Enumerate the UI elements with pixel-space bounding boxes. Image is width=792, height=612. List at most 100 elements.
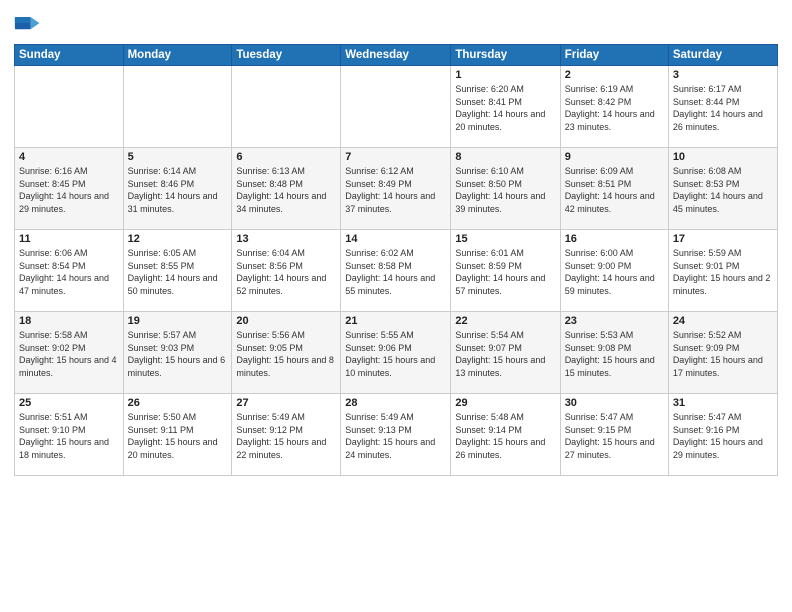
day-number: 8: [455, 151, 555, 163]
day-cell-8: 8 Sunrise: 6:10 AMSunset: 8:50 PMDaylight…: [451, 148, 560, 230]
day-info: Sunrise: 5:54 AMSunset: 9:07 PMDaylight:…: [455, 329, 555, 379]
day-number: 22: [455, 315, 555, 327]
day-cell-19: 19Sunrise: 5:57 AMSunset: 9:03 PMDayligh…: [123, 312, 232, 394]
day-info: Sunrise: 6:06 AMSunset: 8:54 PMDaylight:…: [19, 247, 119, 297]
day-cell-27: 27 Sunrise: 5:49 AMSunset: 9:12 PMDayligh…: [232, 394, 341, 476]
day-cell-5: 5 Sunrise: 6:14 AMSunset: 8:46 PMDaylight…: [123, 148, 232, 230]
day-cell-21: 21Sunrise: 5:55 AMSunset: 9:06 PMDayligh…: [341, 312, 451, 394]
weekday-header-thursday: Thursday: [451, 45, 560, 66]
day-info: Sunrise: 6:09 AMSunset: 8:51 PMDaylight:…: [565, 165, 664, 215]
week-row-4: 18 Sunrise: 5:58 AMSunset: 9:02 PMDayligh…: [15, 312, 778, 394]
day-cell-17: 17 Sunrise: 5:59 AMSunset: 9:01 PMDayligh…: [668, 230, 777, 312]
day-cell-12: 12 Sunrise: 6:05 AMSunset: 8:55 PMDayligh…: [123, 230, 232, 312]
day-cell-22: 22 Sunrise: 5:54 AMSunset: 9:07 PMDayligh…: [451, 312, 560, 394]
day-cell-25: 25Sunrise: 5:51 AMSunset: 9:10 PMDayligh…: [15, 394, 124, 476]
day-cell-11: 11 Sunrise: 6:06 AMSunset: 8:54 PMDayligh…: [15, 230, 124, 312]
day-number: 17: [673, 233, 773, 245]
day-info: Sunrise: 6:13 AMSunset: 8:48 PMDaylight:…: [236, 165, 336, 215]
day-cell-23: 23 Sunrise: 5:53 AMSunset: 9:08 PMDayligh…: [560, 312, 668, 394]
day-info: Sunrise: 6:17 AMSunset: 8:44 PMDaylight:…: [673, 83, 773, 133]
day-cell-31: 31 Sunrise: 5:47 AMSunset: 9:16 PMDayligh…: [668, 394, 777, 476]
weekday-header-tuesday: Tuesday: [232, 45, 341, 66]
day-cell-20: 20 Sunrise: 5:56 AMSunset: 9:05 PMDayligh…: [232, 312, 341, 394]
day-cell-18: 18 Sunrise: 5:58 AMSunset: 9:02 PMDayligh…: [15, 312, 124, 394]
day-number: 28: [345, 397, 446, 409]
day-cell-4: 4 Sunrise: 6:16 AMSunset: 8:45 PMDaylight…: [15, 148, 124, 230]
day-cell-30: 30 Sunrise: 5:47 AMSunset: 9:15 PMDayligh…: [560, 394, 668, 476]
weekday-header-sunday: Sunday: [15, 45, 124, 66]
day-number: 4: [19, 151, 119, 163]
day-number: 3: [673, 69, 773, 81]
day-number: 6: [236, 151, 336, 163]
day-cell-24: 24Sunrise: 5:52 AMSunset: 9:09 PMDayligh…: [668, 312, 777, 394]
day-number: 29: [455, 397, 555, 409]
logo-icon: [14, 10, 42, 38]
day-cell-9: 9 Sunrise: 6:09 AMSunset: 8:51 PMDaylight…: [560, 148, 668, 230]
day-number: 15: [455, 233, 555, 245]
day-info: Sunrise: 6:20 AMSunset: 8:41 PMDaylight:…: [455, 83, 555, 133]
day-cell-empty-0: [15, 66, 124, 148]
day-number: 9: [565, 151, 664, 163]
day-number: 25: [19, 397, 119, 409]
day-cell-13: 13 Sunrise: 6:04 AMSunset: 8:56 PMDayligh…: [232, 230, 341, 312]
week-row-5: 25Sunrise: 5:51 AMSunset: 9:10 PMDayligh…: [15, 394, 778, 476]
day-cell-29: 29 Sunrise: 5:48 AMSunset: 9:14 PMDayligh…: [451, 394, 560, 476]
day-number: 5: [128, 151, 228, 163]
day-cell-1: 1 Sunrise: 6:20 AMSunset: 8:41 PMDaylight…: [451, 66, 560, 148]
weekday-header-monday: Monday: [123, 45, 232, 66]
day-number: 11: [19, 233, 119, 245]
day-info: Sunrise: 6:14 AMSunset: 8:46 PMDaylight:…: [128, 165, 228, 215]
day-cell-empty-1: [123, 66, 232, 148]
weekday-header-row: SundayMondayTuesdayWednesdayThursdayFrid…: [15, 45, 778, 66]
day-number: 30: [565, 397, 664, 409]
calendar-table: SundayMondayTuesdayWednesdayThursdayFrid…: [14, 44, 778, 476]
day-cell-2: 2 Sunrise: 6:19 AMSunset: 8:42 PMDaylight…: [560, 66, 668, 148]
day-cell-empty-3: [341, 66, 451, 148]
day-number: 14: [345, 233, 446, 245]
day-number: 20: [236, 315, 336, 327]
day-info: Sunrise: 6:05 AMSunset: 8:55 PMDaylight:…: [128, 247, 228, 297]
day-info: Sunrise: 6:12 AMSunset: 8:49 PMDaylight:…: [345, 165, 446, 215]
day-cell-empty-2: [232, 66, 341, 148]
day-info: Sunrise: 5:56 AMSunset: 9:05 PMDaylight:…: [236, 329, 336, 379]
day-number: 1: [455, 69, 555, 81]
week-row-1: 1 Sunrise: 6:20 AMSunset: 8:41 PMDaylight…: [15, 66, 778, 148]
day-cell-28: 28 Sunrise: 5:49 AMSunset: 9:13 PMDayligh…: [341, 394, 451, 476]
day-info: Sunrise: 5:59 AMSunset: 9:01 PMDaylight:…: [673, 247, 773, 297]
day-info: Sunrise: 6:10 AMSunset: 8:50 PMDaylight:…: [455, 165, 555, 215]
day-number: 31: [673, 397, 773, 409]
day-info: Sunrise: 5:50 AMSunset: 9:11 PMDaylight:…: [128, 411, 228, 461]
day-number: 7: [345, 151, 446, 163]
header: [14, 10, 778, 38]
day-info: Sunrise: 5:47 AMSunset: 9:15 PMDaylight:…: [565, 411, 664, 461]
day-info: Sunrise: 5:48 AMSunset: 9:14 PMDaylight:…: [455, 411, 555, 461]
day-number: 13: [236, 233, 336, 245]
day-info: Sunrise: 6:16 AMSunset: 8:45 PMDaylight:…: [19, 165, 119, 215]
day-info: Sunrise: 5:53 AMSunset: 9:08 PMDaylight:…: [565, 329, 664, 379]
day-number: 21: [345, 315, 446, 327]
day-number: 12: [128, 233, 228, 245]
week-row-3: 11 Sunrise: 6:06 AMSunset: 8:54 PMDayligh…: [15, 230, 778, 312]
day-cell-15: 15Sunrise: 6:01 AMSunset: 8:59 PMDayligh…: [451, 230, 560, 312]
logo: [14, 10, 45, 38]
day-number: 27: [236, 397, 336, 409]
weekday-header-wednesday: Wednesday: [341, 45, 451, 66]
day-number: 16: [565, 233, 664, 245]
day-info: Sunrise: 6:08 AMSunset: 8:53 PMDaylight:…: [673, 165, 773, 215]
day-cell-7: 7 Sunrise: 6:12 AMSunset: 8:49 PMDaylight…: [341, 148, 451, 230]
day-info: Sunrise: 6:19 AMSunset: 8:42 PMDaylight:…: [565, 83, 664, 133]
day-number: 2: [565, 69, 664, 81]
day-number: 18: [19, 315, 119, 327]
calendar-container: SundayMondayTuesdayWednesdayThursdayFrid…: [0, 0, 792, 612]
day-info: Sunrise: 5:49 AMSunset: 9:12 PMDaylight:…: [236, 411, 336, 461]
day-info: Sunrise: 5:49 AMSunset: 9:13 PMDaylight:…: [345, 411, 446, 461]
weekday-header-friday: Friday: [560, 45, 668, 66]
day-cell-6: 6 Sunrise: 6:13 AMSunset: 8:48 PMDaylight…: [232, 148, 341, 230]
day-info: Sunrise: 6:04 AMSunset: 8:56 PMDaylight:…: [236, 247, 336, 297]
day-info: Sunrise: 5:47 AMSunset: 9:16 PMDaylight:…: [673, 411, 773, 461]
day-info: Sunrise: 5:58 AMSunset: 9:02 PMDaylight:…: [19, 329, 119, 379]
day-number: 19: [128, 315, 228, 327]
day-cell-16: 16Sunrise: 6:00 AMSunset: 9:00 PMDayligh…: [560, 230, 668, 312]
day-number: 26: [128, 397, 228, 409]
day-number: 23: [565, 315, 664, 327]
